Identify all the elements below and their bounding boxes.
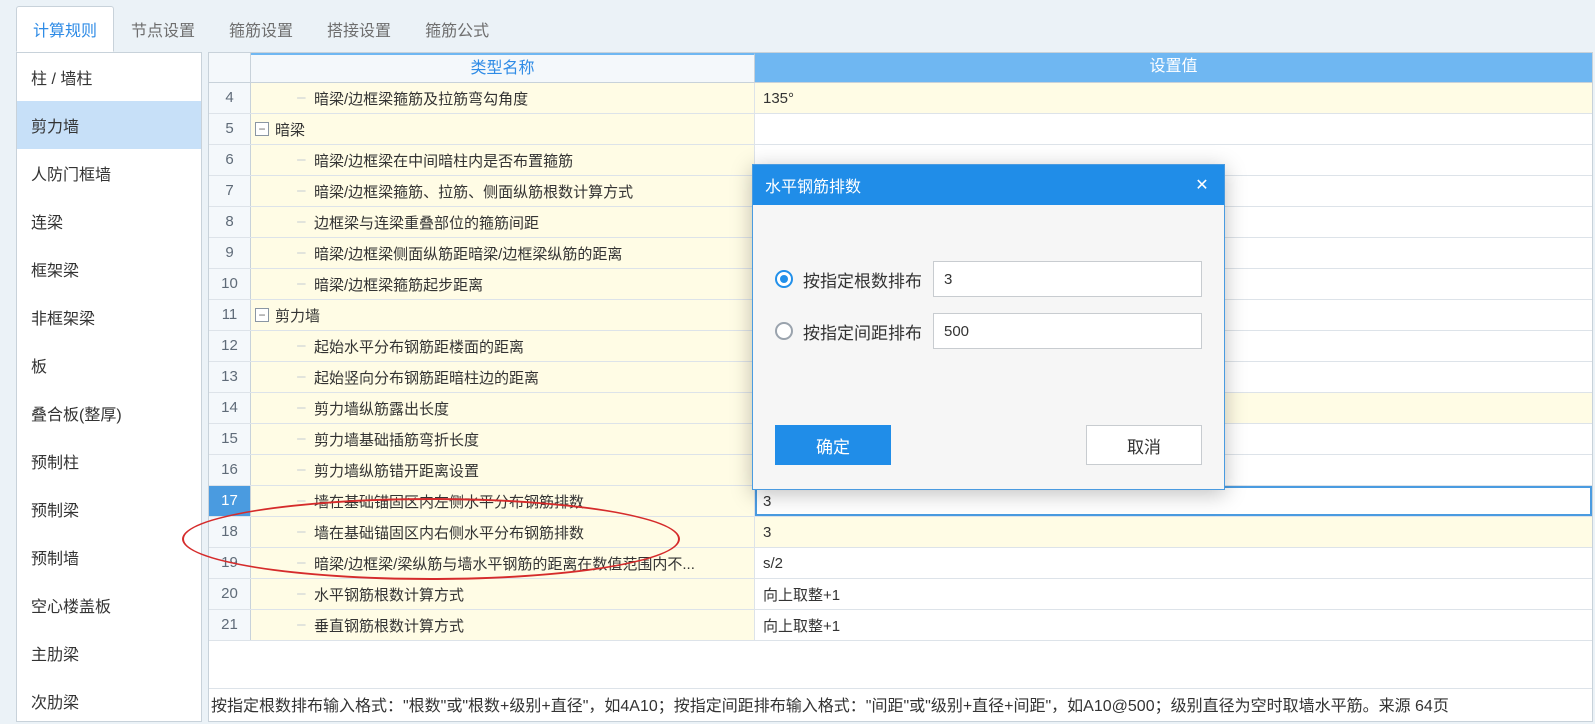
category-sidebar: 柱 / 墙柱剪力墙人防门框墙连梁框架梁非框架梁板叠合板(整厚)预制柱预制梁预制墙… [16,52,202,722]
sidebar-item-6[interactable]: 板 [17,341,201,389]
tab-2[interactable]: 箍筋设置 [212,6,310,52]
row-value[interactable] [755,114,1592,144]
row-type-name: — 暗梁/边框梁在中间暗柱内是否布置箍筋 [251,145,755,175]
table-row[interactable]: 18 — 墙在基础锚固区内右侧水平分布钢筋排数3 [209,517,1592,548]
header-rownum [209,53,251,82]
row-number: 15 [209,424,251,454]
row-type-name: — 剪力墙纵筋错开距离设置 [251,455,755,485]
row-number: 4 [209,83,251,113]
sidebar-item-4[interactable]: 框架梁 [17,245,201,293]
row-value[interactable]: 3 [755,517,1592,547]
radio-by-spacing[interactable] [775,322,793,340]
row-number: 9 [209,238,251,268]
table-row[interactable]: 17 — 墙在基础锚固区内左侧水平分布钢筋排数3 [209,486,1592,517]
sidebar-item-0[interactable]: 柱 / 墙柱 [17,53,201,101]
row-type-name: — 墙在基础锚固区内左侧水平分布钢筋排数 [251,486,755,516]
row-number: 18 [209,517,251,547]
footer-hint: 按指定根数排布输入格式："根数"或"根数+级别+直径"，如4A10；按指定间距排… [209,688,1592,721]
row-type-name: — 暗梁/边框梁侧面纵筋距暗梁/边框梁纵筋的距离 [251,238,755,268]
row-type-name: — 起始竖向分布钢筋距暗柱边的距离 [251,362,755,392]
input-by-count[interactable]: 3 [933,261,1202,297]
row-number: 21 [209,610,251,640]
table-row[interactable]: 4 — 暗梁/边框梁箍筋及拉筋弯勾角度135° [209,83,1592,114]
grid-header: 类型名称 设置值 [209,53,1592,83]
row-type-name: — 暗梁/边框梁箍筋起步距离 [251,269,755,299]
sidebar-item-9[interactable]: 预制梁 [17,485,201,533]
header-value: 设置值 [755,53,1592,82]
tab-3[interactable]: 搭接设置 [310,6,408,52]
dialog-title-text: 水平钢筋排数 [765,173,861,197]
input-by-spacing[interactable]: 500 [933,313,1202,349]
tab-4[interactable]: 箍筋公式 [408,6,506,52]
collapse-icon[interactable]: − [255,308,269,322]
row-number: 16 [209,455,251,485]
option-by-count-row: 按指定根数排布 3 [775,261,1202,297]
sidebar-item-10[interactable]: 预制墙 [17,533,201,581]
sidebar-item-5[interactable]: 非框架梁 [17,293,201,341]
table-row[interactable]: 20 — 水平钢筋根数计算方式向上取整+1 [209,579,1592,610]
sidebar-item-8[interactable]: 预制柱 [17,437,201,485]
row-number: 10 [209,269,251,299]
dialog-close-button[interactable]: ✕ [1192,175,1212,195]
sidebar-item-2[interactable]: 人防门框墙 [17,149,201,197]
radio-by-count[interactable] [775,270,793,288]
table-row[interactable]: 5−暗梁 [209,114,1592,145]
row-type-name: — 剪力墙纵筋露出长度 [251,393,755,423]
row-type-name: — 起始水平分布钢筋距楼面的距离 [251,331,755,361]
row-number: 19 [209,548,251,578]
row-type-name: — 水平钢筋根数计算方式 [251,579,755,609]
row-number: 11 [209,300,251,330]
row-number: 20 [209,579,251,609]
row-type-name: — 剪力墙基础插筋弯折长度 [251,424,755,454]
row-number: 12 [209,331,251,361]
row-number: 8 [209,207,251,237]
sidebar-item-11[interactable]: 空心楼盖板 [17,581,201,629]
row-type-name: — 墙在基础锚固区内右侧水平分布钢筋排数 [251,517,755,547]
row-value[interactable]: 向上取整+1 [755,579,1592,609]
top-tabs: 计算规则节点设置箍筋设置搭接设置箍筋公式 [0,0,1595,52]
tab-1[interactable]: 节点设置 [114,6,212,52]
row-type-name: — 暗梁/边框梁箍筋及拉筋弯勾角度 [251,83,755,113]
sidebar-item-7[interactable]: 叠合板(整厚) [17,389,201,437]
horizontal-rebar-dialog: 水平钢筋排数 ✕ 按指定根数排布 3 按指定间距排布 500 确定 取消 [752,164,1225,490]
row-type-name: −暗梁 [251,114,755,144]
row-type-name: — 暗梁/边框梁/梁纵筋与墙水平钢筋的距离在数值范围内不... [251,548,755,578]
row-number: 6 [209,145,251,175]
collapse-icon[interactable]: − [255,122,269,136]
ok-button[interactable]: 确定 [775,425,891,465]
row-number: 7 [209,176,251,206]
row-number: 17 [209,486,251,516]
sidebar-item-1[interactable]: 剪力墙 [17,101,201,149]
row-type-name: — 垂直钢筋根数计算方式 [251,610,755,640]
row-value[interactable]: 向上取整+1 [755,610,1592,640]
table-row[interactable]: 21 — 垂直钢筋根数计算方式向上取整+1 [209,610,1592,641]
sidebar-item-3[interactable]: 连梁 [17,197,201,245]
row-value[interactable]: 135° [755,83,1592,113]
row-type-name: — 暗梁/边框梁箍筋、拉筋、侧面纵筋根数计算方式 [251,176,755,206]
label-by-spacing: 按指定间距排布 [803,319,933,344]
header-type-name: 类型名称 [251,53,755,82]
table-row[interactable]: 19 — 暗梁/边框梁/梁纵筋与墙水平钢筋的距离在数值范围内不...s/2 [209,548,1592,579]
sidebar-item-12[interactable]: 主肋梁 [17,629,201,677]
row-number: 13 [209,362,251,392]
sidebar-item-13[interactable]: 次肋梁 [17,677,201,722]
dialog-titlebar: 水平钢筋排数 ✕ [753,165,1224,205]
cancel-button[interactable]: 取消 [1086,425,1202,465]
label-by-count: 按指定根数排布 [803,267,933,292]
row-number: 5 [209,114,251,144]
row-type-name: — 边框梁与连梁重叠部位的箍筋间距 [251,207,755,237]
row-value[interactable]: s/2 [755,548,1592,578]
row-type-name: −剪力墙 [251,300,755,330]
tab-0[interactable]: 计算规则 [16,6,114,52]
row-value[interactable]: 3 [755,486,1592,516]
option-by-spacing-row: 按指定间距排布 500 [775,313,1202,349]
row-number: 14 [209,393,251,423]
